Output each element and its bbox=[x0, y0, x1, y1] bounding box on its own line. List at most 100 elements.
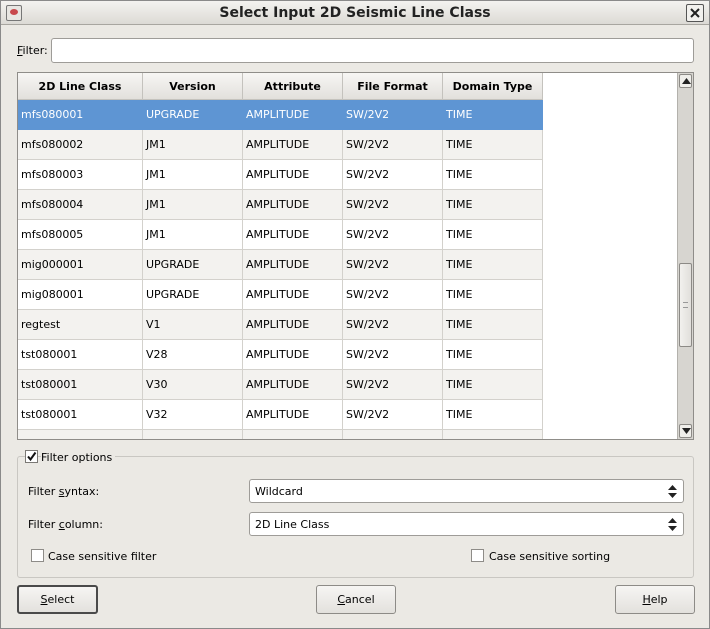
table-row[interactable]: mfs080003 JM1 AMPLITUDE SW/2V2 TIME bbox=[18, 160, 543, 190]
table-cell: tst080001 bbox=[18, 340, 143, 370]
table-cell bbox=[143, 430, 243, 439]
table-cell: SW/2V2 bbox=[343, 280, 443, 310]
table-cell: AMPLITUDE bbox=[243, 280, 343, 310]
table-cell: SW/2V2 bbox=[343, 370, 443, 400]
filter-options-label[interactable]: Filter options bbox=[41, 451, 116, 464]
table-cell: SW/2V2 bbox=[343, 100, 443, 130]
table-cell: AMPLITUDE bbox=[243, 250, 343, 280]
table-cell: JM1 bbox=[143, 190, 243, 220]
table-cell: mfs080005 bbox=[18, 220, 143, 250]
filter-syntax-value: Wildcard bbox=[255, 485, 303, 498]
table-cell bbox=[18, 430, 143, 439]
table-cell: SW/2V2 bbox=[343, 130, 443, 160]
table-cell: SW/2V2 bbox=[343, 340, 443, 370]
table-cell: TIME bbox=[443, 280, 543, 310]
scroll-up-button[interactable] bbox=[679, 74, 692, 88]
table-cell: tst080001 bbox=[18, 400, 143, 430]
table-cell: UPGRADE bbox=[143, 280, 243, 310]
dialog-window: Select Input 2D Seismic Line Class Filte… bbox=[0, 0, 710, 629]
table-cell: V30 bbox=[143, 370, 243, 400]
close-icon bbox=[690, 8, 700, 18]
filter-column-select[interactable]: 2D Line Class bbox=[249, 512, 684, 536]
table-row[interactable]: regtest V1 AMPLITUDE SW/2V2 TIME bbox=[18, 310, 543, 340]
table-cell: TIME bbox=[443, 370, 543, 400]
table-cell bbox=[343, 430, 443, 439]
table-row[interactable] bbox=[18, 430, 543, 439]
table-cell: SW/2V2 bbox=[343, 400, 443, 430]
table-cell: UPGRADE bbox=[143, 250, 243, 280]
table-cell: mig080001 bbox=[18, 280, 143, 310]
grip-icon bbox=[683, 302, 688, 308]
filter-column-label: Filter column: bbox=[28, 518, 103, 531]
table-cell: TIME bbox=[443, 340, 543, 370]
table-cell: V1 bbox=[143, 310, 243, 340]
line-class-table: 2D Line Class Version Attribute File For… bbox=[17, 72, 694, 440]
table-cell: SW/2V2 bbox=[343, 310, 443, 340]
column-header-file-format[interactable]: File Format bbox=[343, 73, 443, 100]
table-cell: SW/2V2 bbox=[343, 220, 443, 250]
table-cell: TIME bbox=[443, 310, 543, 340]
table-cell: V28 bbox=[143, 340, 243, 370]
vertical-scrollbar[interactable] bbox=[677, 73, 693, 439]
window-title: Select Input 2D Seismic Line Class bbox=[219, 5, 491, 21]
table-cell: AMPLITUDE bbox=[243, 400, 343, 430]
table-row[interactable]: tst080001 V28 AMPLITUDE SW/2V2 TIME bbox=[18, 340, 543, 370]
case-sensitive-sorting-label[interactable]: Case sensitive sorting bbox=[489, 550, 610, 563]
table-cell: AMPLITUDE bbox=[243, 370, 343, 400]
table-cell: mfs080001 bbox=[18, 100, 143, 130]
header-filler bbox=[543, 73, 677, 100]
table-row[interactable]: tst080001 V30 AMPLITUDE SW/2V2 TIME bbox=[18, 370, 543, 400]
table-cell: SW/2V2 bbox=[343, 250, 443, 280]
help-button[interactable]: Help bbox=[615, 585, 695, 614]
arrow-down-icon bbox=[682, 428, 691, 434]
table-cell: SW/2V2 bbox=[343, 160, 443, 190]
table-cell: TIME bbox=[443, 160, 543, 190]
table-cell: V32 bbox=[143, 400, 243, 430]
filter-syntax-label: Filter syntax: bbox=[28, 485, 100, 498]
column-header-version[interactable]: Version bbox=[143, 73, 243, 100]
table-cell: SW/2V2 bbox=[343, 190, 443, 220]
updown-arrows-icon bbox=[668, 485, 677, 498]
table-cell: TIME bbox=[443, 190, 543, 220]
table-header: 2D Line Class Version Attribute File For… bbox=[18, 73, 543, 100]
table-row[interactable]: mfs080005 JM1 AMPLITUDE SW/2V2 TIME bbox=[18, 220, 543, 250]
table-cell: TIME bbox=[443, 130, 543, 160]
column-header-attribute[interactable]: Attribute bbox=[243, 73, 343, 100]
case-sensitive-filter-label[interactable]: Case sensitive filter bbox=[48, 550, 156, 563]
column-header-line-class[interactable]: 2D Line Class bbox=[18, 73, 143, 100]
title-bar[interactable]: Select Input 2D Seismic Line Class bbox=[1, 1, 709, 25]
filter-options-checkbox[interactable] bbox=[25, 450, 38, 463]
table-cell: TIME bbox=[443, 220, 543, 250]
table-row[interactable]: tst080001 V32 AMPLITUDE SW/2V2 TIME bbox=[18, 400, 543, 430]
cancel-button[interactable]: Cancel bbox=[316, 585, 396, 614]
table-cell: TIME bbox=[443, 250, 543, 280]
table-cell: TIME bbox=[443, 400, 543, 430]
table-cell: AMPLITUDE bbox=[243, 220, 343, 250]
table-cell bbox=[243, 430, 343, 439]
scroll-down-button[interactable] bbox=[679, 424, 692, 438]
column-header-domain-type[interactable]: Domain Type bbox=[443, 73, 543, 100]
case-sensitive-sorting-checkbox[interactable] bbox=[471, 549, 484, 562]
table-row[interactable]: mig080001 UPGRADE AMPLITUDE SW/2V2 TIME bbox=[18, 280, 543, 310]
table-cell: AMPLITUDE bbox=[243, 190, 343, 220]
table-cell: JM1 bbox=[143, 220, 243, 250]
table-row[interactable]: mfs080002 JM1 AMPLITUDE SW/2V2 TIME bbox=[18, 130, 543, 160]
scrollbar-thumb[interactable] bbox=[679, 263, 692, 347]
check-icon bbox=[27, 451, 37, 462]
case-sensitive-filter-checkbox[interactable] bbox=[31, 549, 44, 562]
table-row[interactable]: mfs080001 UPGRADE AMPLITUDE SW/2V2 TIME bbox=[18, 100, 543, 130]
table-cell: JM1 bbox=[143, 160, 243, 190]
table-cell: AMPLITUDE bbox=[243, 130, 343, 160]
filter-label: Filter: bbox=[17, 44, 48, 57]
filter-syntax-select[interactable]: Wildcard bbox=[249, 479, 684, 503]
table-body: mfs080001 UPGRADE AMPLITUDE SW/2V2 TIME mfs08… bbox=[18, 100, 543, 439]
table-cell: TIME bbox=[443, 100, 543, 130]
table-row[interactable]: mig000001 UPGRADE AMPLITUDE SW/2V2 TIME bbox=[18, 250, 543, 280]
table-cell: mfs080004 bbox=[18, 190, 143, 220]
table-cell: AMPLITUDE bbox=[243, 340, 343, 370]
close-button[interactable] bbox=[686, 4, 704, 22]
select-button[interactable]: Select bbox=[17, 585, 98, 614]
table-row[interactable]: mfs080004 JM1 AMPLITUDE SW/2V2 TIME bbox=[18, 190, 543, 220]
filter-input[interactable] bbox=[51, 38, 694, 63]
table-cell: regtest bbox=[18, 310, 143, 340]
